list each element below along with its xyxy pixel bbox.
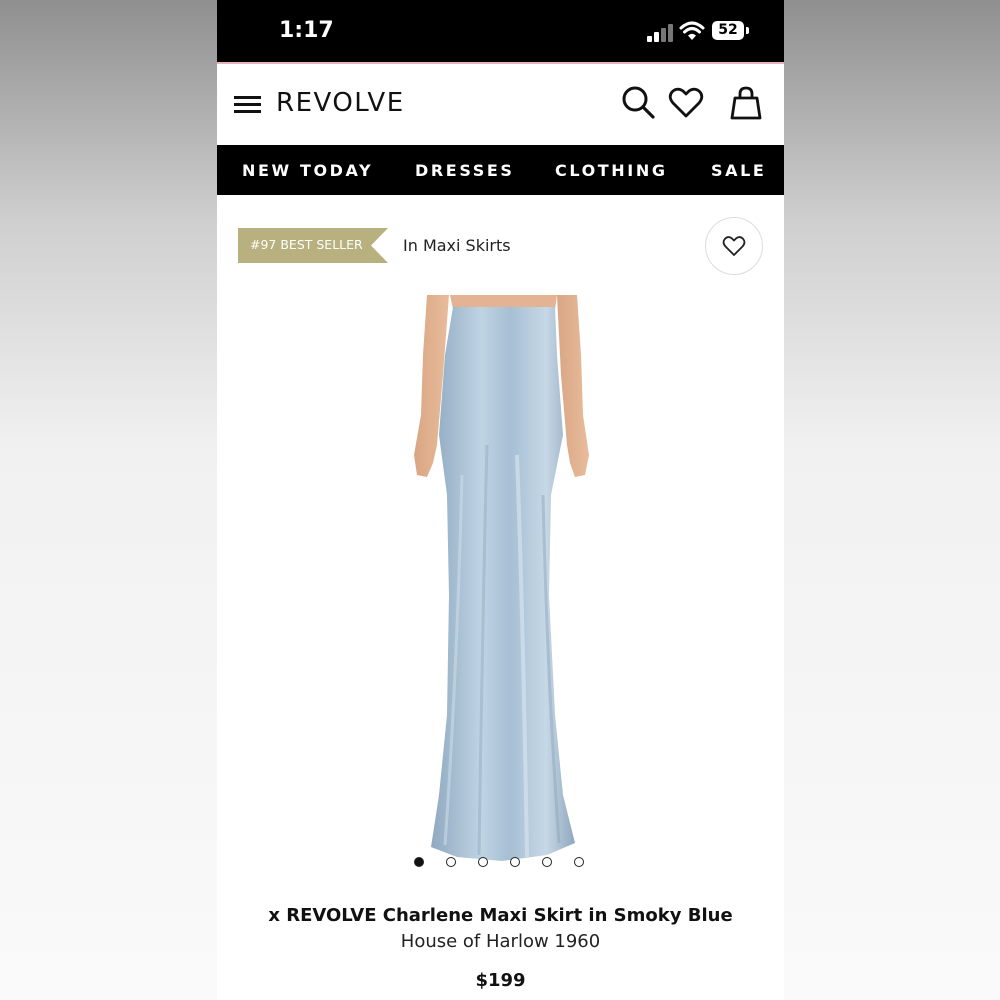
- carousel-dot[interactable]: [446, 857, 456, 867]
- image-carousel-dots: [414, 857, 594, 871]
- carousel-dot[interactable]: [414, 857, 424, 867]
- add-to-wishlist-button[interactable]: [705, 217, 763, 275]
- product-image[interactable]: [387, 295, 617, 870]
- nav-sale[interactable]: SALE: [711, 161, 766, 180]
- nav-new-today[interactable]: NEW TODAY: [242, 161, 373, 180]
- category-link[interactable]: In Maxi Skirts: [403, 236, 511, 255]
- heart-outline-icon: [722, 236, 746, 256]
- nav-dresses[interactable]: DRESSES: [415, 161, 515, 180]
- nav-clothing[interactable]: CLOTHING: [555, 161, 668, 180]
- battery-indicator: 52: [712, 21, 744, 40]
- product-brand-link[interactable]: House of Harlow 1960: [217, 931, 784, 952]
- best-seller-badge: #97 BEST SELLER: [250, 237, 363, 252]
- product-price: $199: [475, 970, 526, 991]
- menu-icon[interactable]: [234, 96, 261, 114]
- wifi-icon: [679, 21, 705, 40]
- carousel-dot[interactable]: [510, 857, 520, 867]
- site-logo[interactable]: REVOLVE: [276, 88, 405, 118]
- status-bar: 1:17 52: [217, 0, 784, 62]
- search-icon[interactable]: [620, 84, 658, 122]
- category-nav: NEW TODAY DRESSES CLOTHING SALE: [217, 145, 784, 195]
- carousel-dot[interactable]: [542, 857, 552, 867]
- status-time: 1:17: [279, 18, 334, 43]
- cellular-signal-icon: [647, 22, 673, 42]
- battery-tip: [746, 27, 749, 34]
- product-title: x REVOLVE Charlene Maxi Skirt in Smoky B…: [268, 905, 733, 926]
- phone-screen: 1:17 52 REVOLVE NEW TODAY DRESSES CLOTHI…: [217, 0, 784, 1000]
- site-header: REVOLVE: [217, 64, 784, 145]
- carousel-dot[interactable]: [478, 857, 488, 867]
- heart-icon[interactable]: [667, 84, 705, 122]
- shopping-bag-icon[interactable]: [727, 84, 765, 122]
- carousel-dot[interactable]: [574, 857, 584, 867]
